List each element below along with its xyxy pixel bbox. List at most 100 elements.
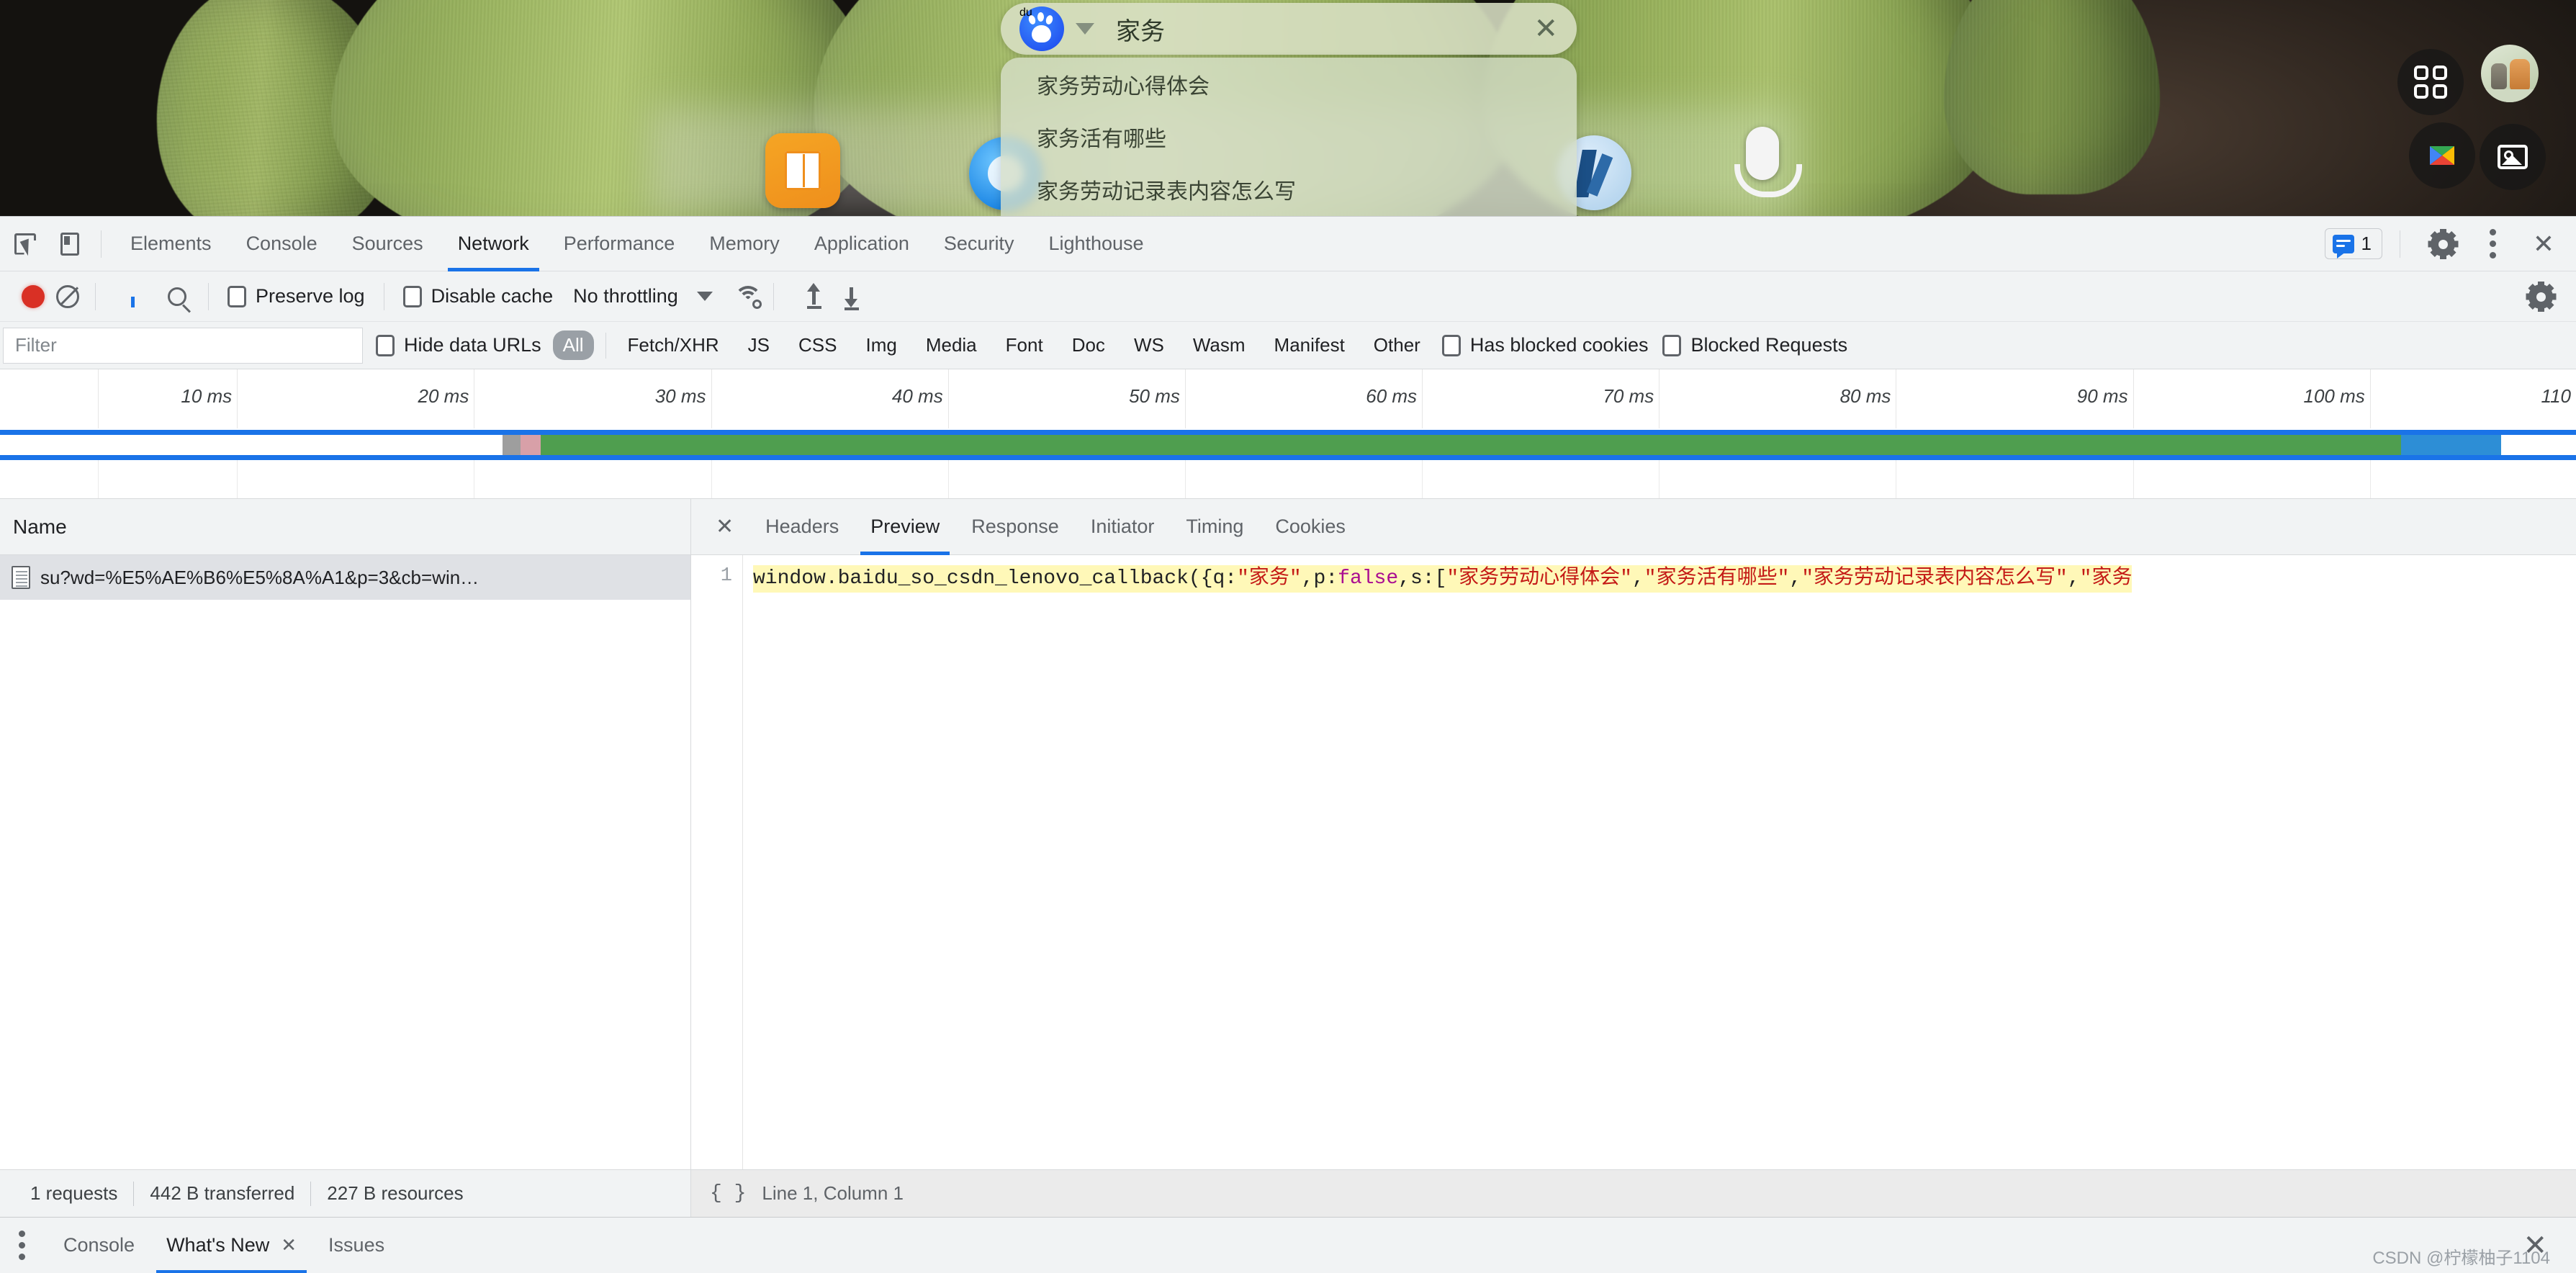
checkbox-box [1662, 334, 1682, 356]
dock-book-app[interactable] [765, 133, 840, 208]
divider [101, 230, 102, 258]
overview-request-band[interactable] [0, 430, 2576, 460]
tab-application[interactable]: Application [797, 217, 927, 271]
table-row[interactable]: su?wd=%E5%AE%B6%E5%8A%A1&p=3&cb=win… [0, 555, 690, 600]
search-button[interactable] [158, 277, 197, 316]
inspect-element-icon [14, 233, 36, 257]
drawer-tab-issues[interactable]: Issues [312, 1218, 400, 1273]
tab-preview[interactable]: Preview [855, 499, 955, 555]
network-overview-timeline[interactable]: 10 ms 20 ms 30 ms 40 ms 50 ms 60 ms 70 m… [0, 369, 2576, 499]
more-options-button[interactable] [2474, 225, 2513, 264]
request-name: su?wd=%E5%AE%B6%E5%8A%A1&p=3&cb=win… [40, 566, 479, 588]
kebab-menu-icon[interactable] [19, 1231, 26, 1260]
code-token: "家务" [1237, 567, 1302, 590]
has-blocked-cookies-checkbox[interactable]: Has blocked cookies [1441, 334, 1648, 356]
request-list-pane: Name su?wd=%E5%AE%B6%E5%8A%A1&p=3&cb=win… [0, 499, 691, 1169]
clear-network-log-button[interactable] [56, 284, 79, 308]
tab-elements[interactable]: Elements [113, 217, 229, 271]
timeline-ruler: 10 ms 20 ms 30 ms 40 ms 50 ms 60 ms 70 m… [0, 369, 2576, 428]
import-har-icon[interactable] [804, 282, 823, 309]
selection-handle-bottom[interactable] [0, 455, 2576, 460]
list-item[interactable]: 家务劳动记录表内容怎么写 [1001, 163, 1577, 215]
type-filter-manifest[interactable]: Manifest [1264, 330, 1355, 360]
close-icon[interactable]: ✕ [281, 1234, 297, 1256]
tab-timing[interactable]: Timing [1170, 499, 1259, 555]
checkbox-box [376, 334, 395, 356]
tab-network[interactable]: Network [441, 217, 546, 271]
divider [95, 282, 96, 310]
preserve-log-checkbox[interactable]: Preserve log [228, 285, 365, 307]
disable-cache-checkbox[interactable]: Disable cache [402, 285, 554, 307]
gallery-button[interactable] [2480, 124, 2546, 190]
type-filter-media[interactable]: Media [916, 330, 987, 360]
tab-response[interactable]: Response [955, 499, 1075, 555]
tab-cookies[interactable]: Cookies [1259, 499, 1361, 555]
record-button[interactable] [22, 284, 45, 308]
divider [605, 332, 606, 359]
device-toolbar-button[interactable] [50, 225, 89, 264]
request-detail-pane: ✕ Headers Preview Response Initiator Tim… [691, 499, 2576, 1169]
inspect-element-button[interactable] [6, 225, 45, 264]
type-filter-js[interactable]: JS [738, 330, 780, 360]
tab-headers[interactable]: Headers [749, 499, 855, 555]
type-filter-ws[interactable]: WS [1124, 330, 1174, 360]
tab-lighthouse[interactable]: Lighthouse [1031, 217, 1161, 271]
pretty-print-icon[interactable]: { } [710, 1182, 746, 1205]
baidu-search-widget[interactable]: du 家务 ✕ [1001, 3, 1577, 55]
app-store-button[interactable] [2409, 122, 2475, 189]
document-icon [12, 566, 30, 589]
tab-initiator[interactable]: Initiator [1075, 499, 1171, 555]
chevron-down-icon[interactable] [1076, 23, 1094, 35]
tab-security[interactable]: Security [927, 217, 1032, 271]
apps-grid-button[interactable] [2397, 49, 2464, 115]
drawer-tab-console[interactable]: Console [48, 1218, 150, 1273]
close-detail-button[interactable]: ✕ [700, 514, 749, 539]
type-filter-doc[interactable]: Doc [1062, 330, 1115, 360]
devtools-window: Elements Console Sources Network Perform… [0, 216, 2576, 1217]
type-filter-font[interactable]: Font [996, 330, 1053, 360]
message-badge-button[interactable]: 1 [2324, 228, 2382, 259]
list-item[interactable]: 家务劳动心得体会 [1001, 58, 1577, 110]
export-har-icon[interactable] [842, 284, 860, 310]
toggle-filter-button[interactable] [113, 277, 152, 316]
type-filter-wasm[interactable]: Wasm [1183, 330, 1256, 360]
network-settings-button[interactable] [2521, 277, 2560, 316]
code-token: false [1338, 567, 1399, 590]
search-input[interactable]: 家务 [1116, 12, 1534, 47]
filter-input[interactable]: Filter [3, 327, 363, 364]
hide-data-urls-label: Hide data URLs [404, 334, 541, 356]
tab-sources[interactable]: Sources [335, 217, 441, 271]
selection-handle-top[interactable] [0, 430, 2576, 435]
type-filter-fetch-xhr[interactable]: Fetch/XHR [618, 330, 729, 360]
code-token: "家务活有哪些" [1644, 567, 1790, 590]
hide-data-urls-checkbox[interactable]: Hide data URLs [376, 334, 541, 356]
network-conditions-icon[interactable] [734, 285, 762, 309]
baidu-paw-logo: du [1019, 6, 1064, 51]
type-filter-other[interactable]: Other [1364, 330, 1431, 360]
kebab-menu-icon [2490, 229, 2497, 258]
throttling-select[interactable]: No throttling [573, 285, 678, 307]
dock-mic-app[interactable] [1734, 127, 1802, 197]
network-main-split: Name su?wd=%E5%AE%B6%E5%8A%A1&p=3&cb=win… [0, 499, 2576, 1169]
code-viewer[interactable]: window.baidu_so_csdn_lenovo_callback({q:… [743, 555, 2576, 1169]
column-header-name[interactable]: Name [0, 499, 690, 555]
type-filter-css[interactable]: CSS [788, 330, 847, 360]
drawer-tab-whats-new[interactable]: What's New ✕ [150, 1218, 312, 1273]
chevron-down-icon[interactable] [696, 292, 713, 301]
account-avatar-button[interactable] [2481, 45, 2539, 102]
device-toolbar-icon [60, 232, 79, 256]
desktop-wallpaper: du 家务 ✕ 家务劳动心得体会 家务活有哪些 家务劳动记录表内容怎么写 [0, 0, 2576, 216]
type-filter-img[interactable]: Img [855, 330, 906, 360]
devtools-drawer: Console What's New ✕ Issues ✕ CSDN @柠檬柚子… [0, 1217, 2576, 1273]
settings-button[interactable] [2423, 225, 2462, 264]
tab-performance[interactable]: Performance [546, 217, 693, 271]
editor-status: { } Line 1, Column 1 [691, 1170, 2576, 1217]
close-devtools-button[interactable]: ✕ [2524, 225, 2563, 264]
type-filter-all[interactable]: All [552, 330, 594, 360]
clear-search-icon[interactable]: ✕ [1534, 14, 1558, 43]
tab-console[interactable]: Console [229, 217, 335, 271]
disable-cache-label: Disable cache [431, 285, 554, 307]
tab-memory[interactable]: Memory [692, 217, 797, 271]
blocked-requests-checkbox[interactable]: Blocked Requests [1662, 334, 1847, 356]
list-item[interactable]: 家务活有哪些 [1001, 110, 1577, 163]
